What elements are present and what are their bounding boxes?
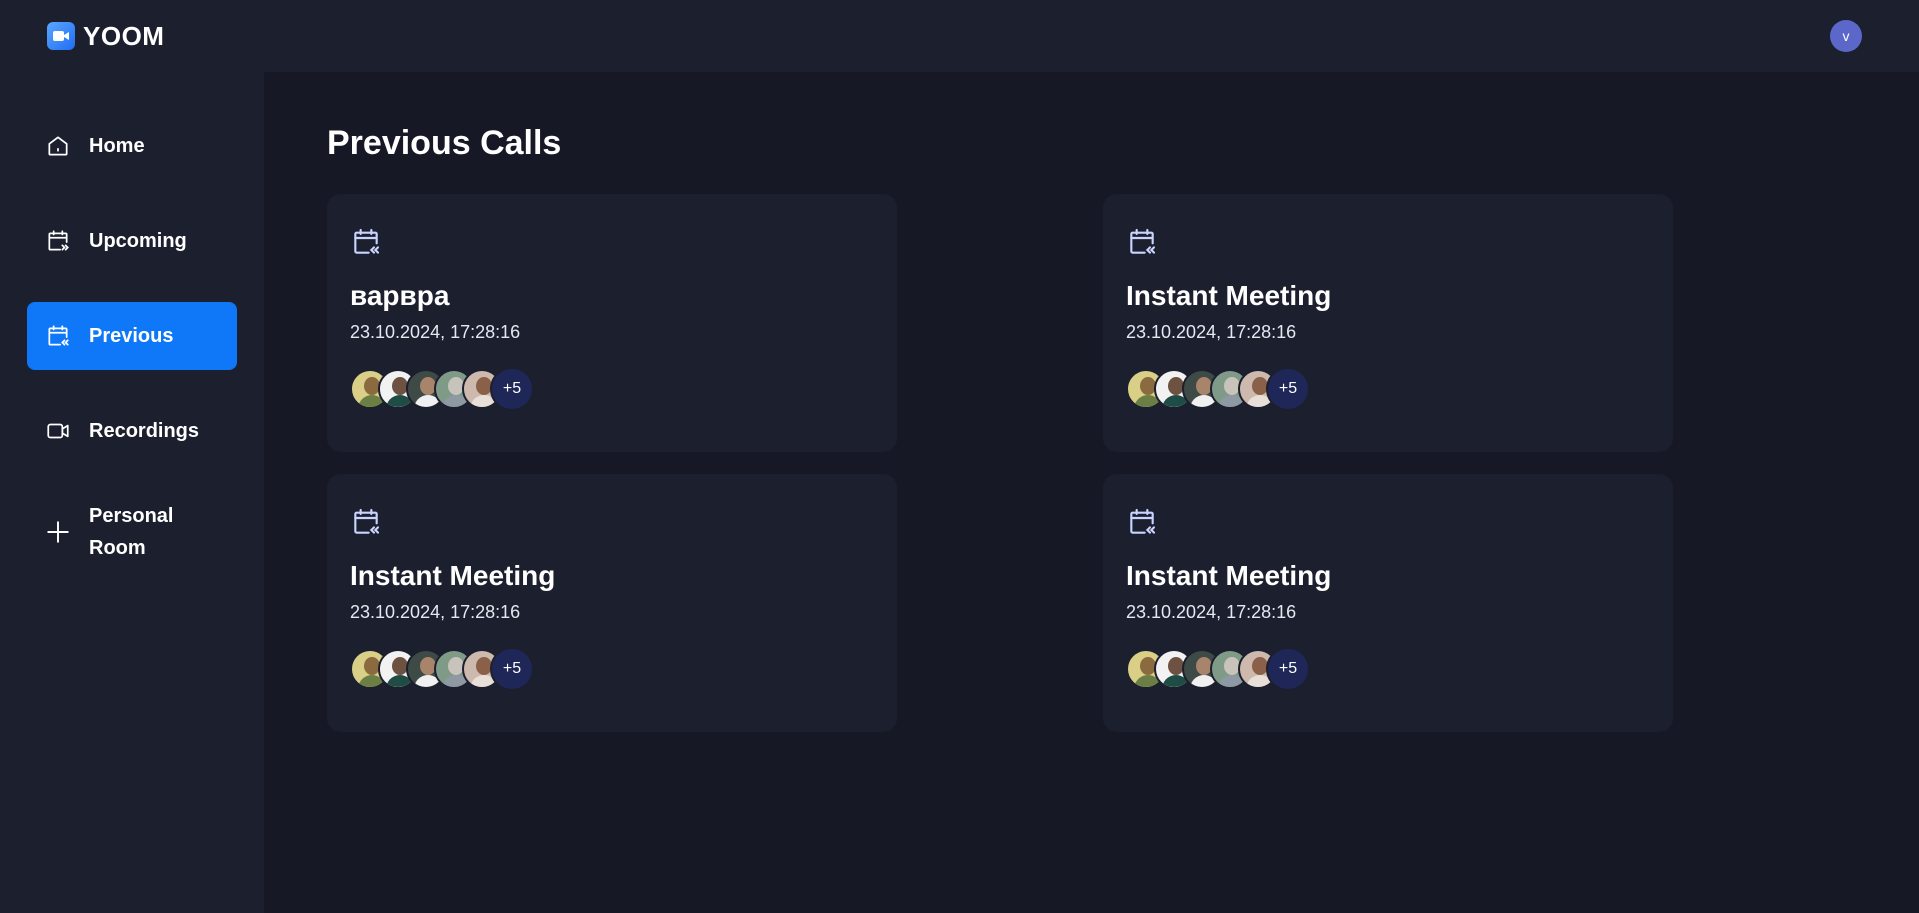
more-participants-badge: +5: [1266, 367, 1310, 411]
sidebar-item-label: Personal Room: [89, 505, 174, 559]
call-card[interactable]: Instant Meeting 23.10.2024, 17:28:16 +5: [327, 474, 897, 732]
calendar-previous-icon: [1130, 228, 1156, 254]
call-card[interactable]: Instant Meeting 23.10.2024, 17:28:16 +5: [1103, 474, 1673, 732]
camera-logo-icon: [47, 22, 75, 50]
sidebar-item-upcoming[interactable]: Upcoming: [27, 207, 237, 275]
sidebar-item-label: Upcoming: [89, 230, 187, 252]
home-icon: [48, 136, 68, 156]
participant-avatars: +5: [350, 367, 874, 411]
more-participants-badge: +5: [1266, 647, 1310, 691]
user-avatar-button[interactable]: v: [1830, 20, 1862, 52]
call-title: Instant Meeting: [350, 560, 556, 591]
call-date: 23.10.2024, 17:28:16: [350, 602, 521, 622]
calls-grid: варвра 23.10.2024, 17:28:16 +5 Instant M…: [327, 194, 1856, 732]
sidebar-item-recordings[interactable]: Recordings: [27, 397, 237, 465]
call-card[interactable]: варвра 23.10.2024, 17:28:16 +5: [327, 194, 897, 452]
sidebar-item-label: Previous: [89, 325, 174, 347]
main-content: Previous Calls варвра 23.10.2024, 17:28:…: [264, 72, 1919, 913]
calendar-previous-icon: [1130, 508, 1156, 534]
calendar-upcoming-icon: [48, 230, 69, 251]
sidebar-item-label: Recordings: [89, 420, 200, 442]
calendar-previous-icon: [354, 508, 380, 534]
sidebar-item-previous[interactable]: Previous: [27, 302, 237, 370]
call-title: Instant Meeting: [1126, 280, 1332, 311]
video-icon: [47, 423, 69, 439]
call-card[interactable]: Instant Meeting 23.10.2024, 17:28:16 +5: [1103, 194, 1673, 452]
calendar-previous-icon: [48, 325, 69, 346]
page-title: Previous Calls: [327, 124, 562, 162]
sidebar-item-label: Home: [89, 135, 145, 157]
more-participants-badge: +5: [490, 367, 534, 411]
participant-avatars: +5: [350, 647, 874, 691]
call-title: варвра: [350, 280, 450, 311]
app-name: YOOM: [83, 20, 165, 51]
sidebar-item-home[interactable]: Home: [27, 112, 237, 180]
sidebar: Home Upcoming Previous Recordings Person…: [0, 72, 264, 913]
call-title: Instant Meeting: [1126, 560, 1332, 591]
brand-link[interactable]: YOOM: [47, 21, 164, 52]
participant-avatars: +5: [1126, 647, 1650, 691]
plus-icon: [47, 521, 69, 543]
participant-avatars: +5: [1126, 367, 1650, 411]
calendar-previous-icon: [354, 228, 380, 254]
call-date: 23.10.2024, 17:28:16: [350, 322, 521, 342]
more-participants-badge: +5: [490, 647, 534, 691]
call-date: 23.10.2024, 17:28:16: [1126, 602, 1297, 622]
sidebar-item-personal-room[interactable]: Personal Room: [27, 492, 237, 572]
call-date: 23.10.2024, 17:28:16: [1126, 322, 1297, 342]
top-navbar: YOOM v: [0, 0, 1919, 72]
